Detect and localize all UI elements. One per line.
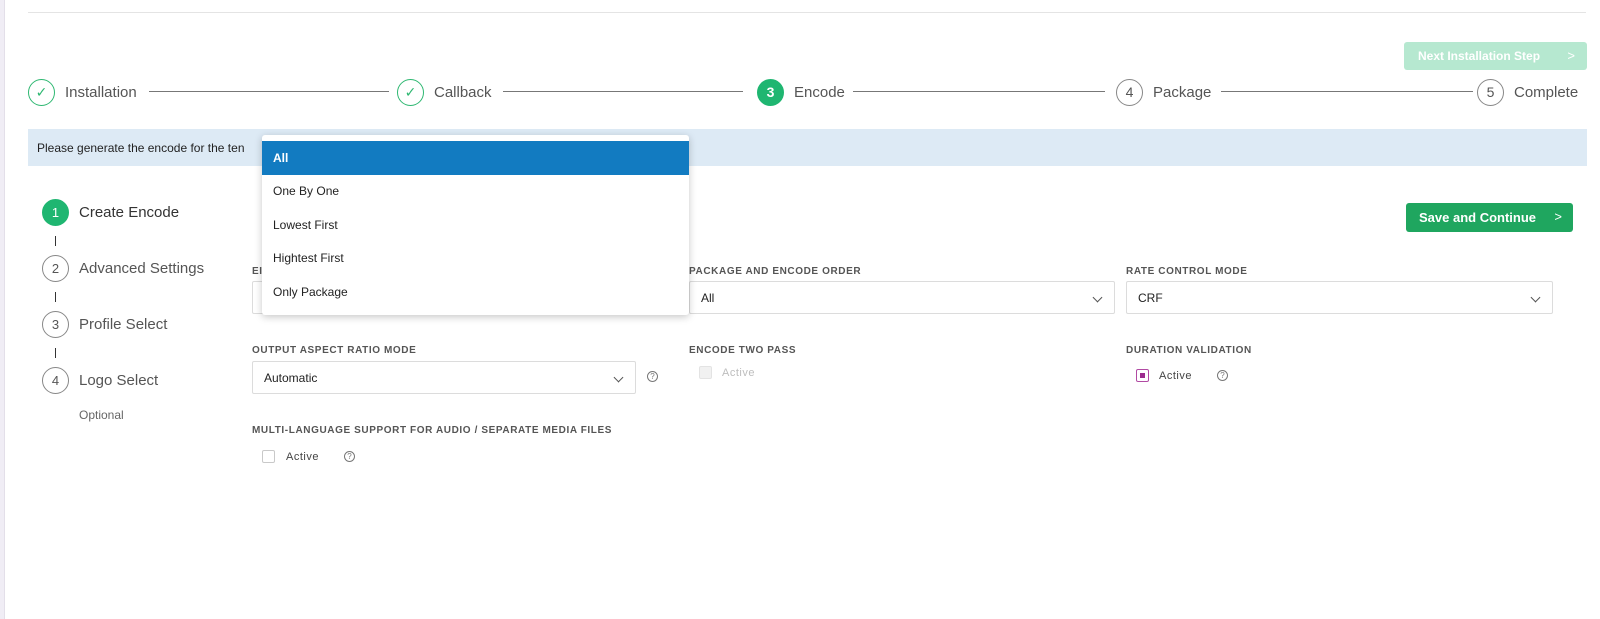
side-step-connector bbox=[55, 236, 56, 246]
side-step-connector bbox=[55, 292, 56, 302]
step-installation[interactable]: ✓ Installation bbox=[28, 78, 137, 106]
aspect-ratio-value: Automatic bbox=[264, 370, 318, 385]
multi-language-checkbox[interactable] bbox=[262, 450, 275, 463]
side-step-profile-select[interactable]: 3 Profile Select bbox=[42, 311, 167, 338]
side-step-label: Create Encode bbox=[79, 204, 180, 221]
check-icon: ✓ bbox=[28, 78, 55, 106]
dropdown-option[interactable]: Lowest First bbox=[262, 208, 689, 242]
step-connector bbox=[503, 91, 743, 92]
info-banner-text: Please generate the encode for the ten bbox=[37, 140, 245, 155]
step-label: Callback bbox=[434, 83, 492, 101]
rate-control-value: CRF bbox=[1138, 290, 1163, 305]
two-pass-checkbox-label: Active bbox=[722, 367, 755, 379]
step-label: Installation bbox=[65, 83, 137, 101]
step-connector bbox=[1221, 91, 1473, 92]
step-connector bbox=[149, 91, 389, 92]
chevron-down-icon bbox=[1092, 292, 1103, 303]
dropdown-option[interactable]: One By One bbox=[262, 175, 689, 209]
side-step-create-encode[interactable]: 1 Create Encode bbox=[42, 199, 179, 226]
chevron-down-icon bbox=[613, 372, 624, 383]
multi-language-label: MULTI-LANGUAGE SUPPORT FOR AUDIO / SEPAR… bbox=[252, 425, 613, 436]
duration-validation-checkbox[interactable] bbox=[1136, 369, 1149, 382]
two-pass-checkbox[interactable] bbox=[699, 366, 712, 379]
package-order-label: PACKAGE AND ENCODE ORDER bbox=[689, 266, 862, 277]
optional-label: Optional bbox=[79, 408, 124, 422]
side-step-number: 2 bbox=[42, 255, 69, 282]
step-callback[interactable]: ✓ Callback bbox=[397, 78, 492, 106]
side-step-number: 1 bbox=[42, 199, 69, 226]
encode-order-dropdown-menu: All One By One Lowest First Hightest Fir… bbox=[262, 135, 689, 315]
check-icon: ✓ bbox=[397, 78, 424, 106]
package-order-value: All bbox=[701, 290, 715, 305]
aspect-ratio-label: OUTPUT ASPECT RATIO MODE bbox=[252, 345, 417, 356]
chevron-down-icon bbox=[1530, 292, 1541, 303]
step-connector bbox=[853, 91, 1105, 92]
top-divider bbox=[28, 12, 1586, 13]
step-number: 3 bbox=[757, 78, 784, 106]
step-number: 4 bbox=[1116, 78, 1143, 106]
side-step-connector bbox=[55, 348, 56, 358]
step-complete[interactable]: 5 Complete bbox=[1477, 78, 1578, 106]
installation-stepper: ✓ Installation ✓ Callback 3 Encode 4 Pac… bbox=[28, 78, 1588, 106]
step-label: Encode bbox=[794, 83, 845, 101]
chevron-right-icon: > bbox=[1567, 48, 1575, 63]
side-step-number: 3 bbox=[42, 311, 69, 338]
side-step-logo-select[interactable]: 4 Logo Select bbox=[42, 367, 158, 394]
side-step-label: Profile Select bbox=[79, 316, 168, 333]
side-step-number: 4 bbox=[42, 367, 69, 394]
dropdown-option[interactable]: Only Package bbox=[262, 275, 689, 309]
rate-control-select[interactable]: CRF bbox=[1126, 281, 1553, 314]
next-step-label: Next Installation Step bbox=[1418, 49, 1541, 63]
rate-control-label: RATE CONTROL MODE bbox=[1126, 266, 1248, 277]
package-order-select[interactable]: All bbox=[689, 281, 1115, 314]
save-and-continue-button[interactable]: Save and Continue > bbox=[1406, 203, 1573, 232]
left-edge-bar bbox=[0, 0, 5, 619]
step-label: Complete bbox=[1514, 83, 1579, 101]
multi-language-checkbox-label: Active bbox=[286, 451, 319, 463]
duration-validation-label: DURATION VALIDATION bbox=[1126, 345, 1252, 356]
chevron-right-icon: > bbox=[1554, 209, 1562, 224]
help-icon[interactable]: ? bbox=[344, 451, 355, 462]
side-step-label: Advanced Settings bbox=[79, 260, 205, 277]
dropdown-option[interactable]: Hightest First bbox=[262, 242, 689, 276]
two-pass-label: ENCODE TWO PASS bbox=[689, 345, 797, 356]
duration-validation-checkbox-label: Active bbox=[1159, 370, 1192, 382]
step-number: 5 bbox=[1477, 78, 1504, 106]
side-step-label: Logo Select bbox=[79, 372, 159, 389]
help-icon[interactable]: ? bbox=[647, 371, 658, 382]
aspect-ratio-select[interactable]: Automatic bbox=[252, 361, 636, 394]
step-label: Package bbox=[1153, 83, 1212, 101]
dropdown-option[interactable]: All bbox=[262, 141, 689, 175]
help-icon[interactable]: ? bbox=[1217, 370, 1228, 381]
save-button-label: Save and Continue bbox=[1419, 210, 1537, 225]
page: Next Installation Step > ✓ Installation … bbox=[0, 0, 1600, 619]
step-encode[interactable]: 3 Encode bbox=[757, 78, 845, 106]
side-step-advanced-settings[interactable]: 2 Advanced Settings bbox=[42, 255, 204, 282]
next-installation-step-button[interactable]: Next Installation Step > bbox=[1404, 42, 1587, 70]
step-package[interactable]: 4 Package bbox=[1116, 78, 1211, 106]
